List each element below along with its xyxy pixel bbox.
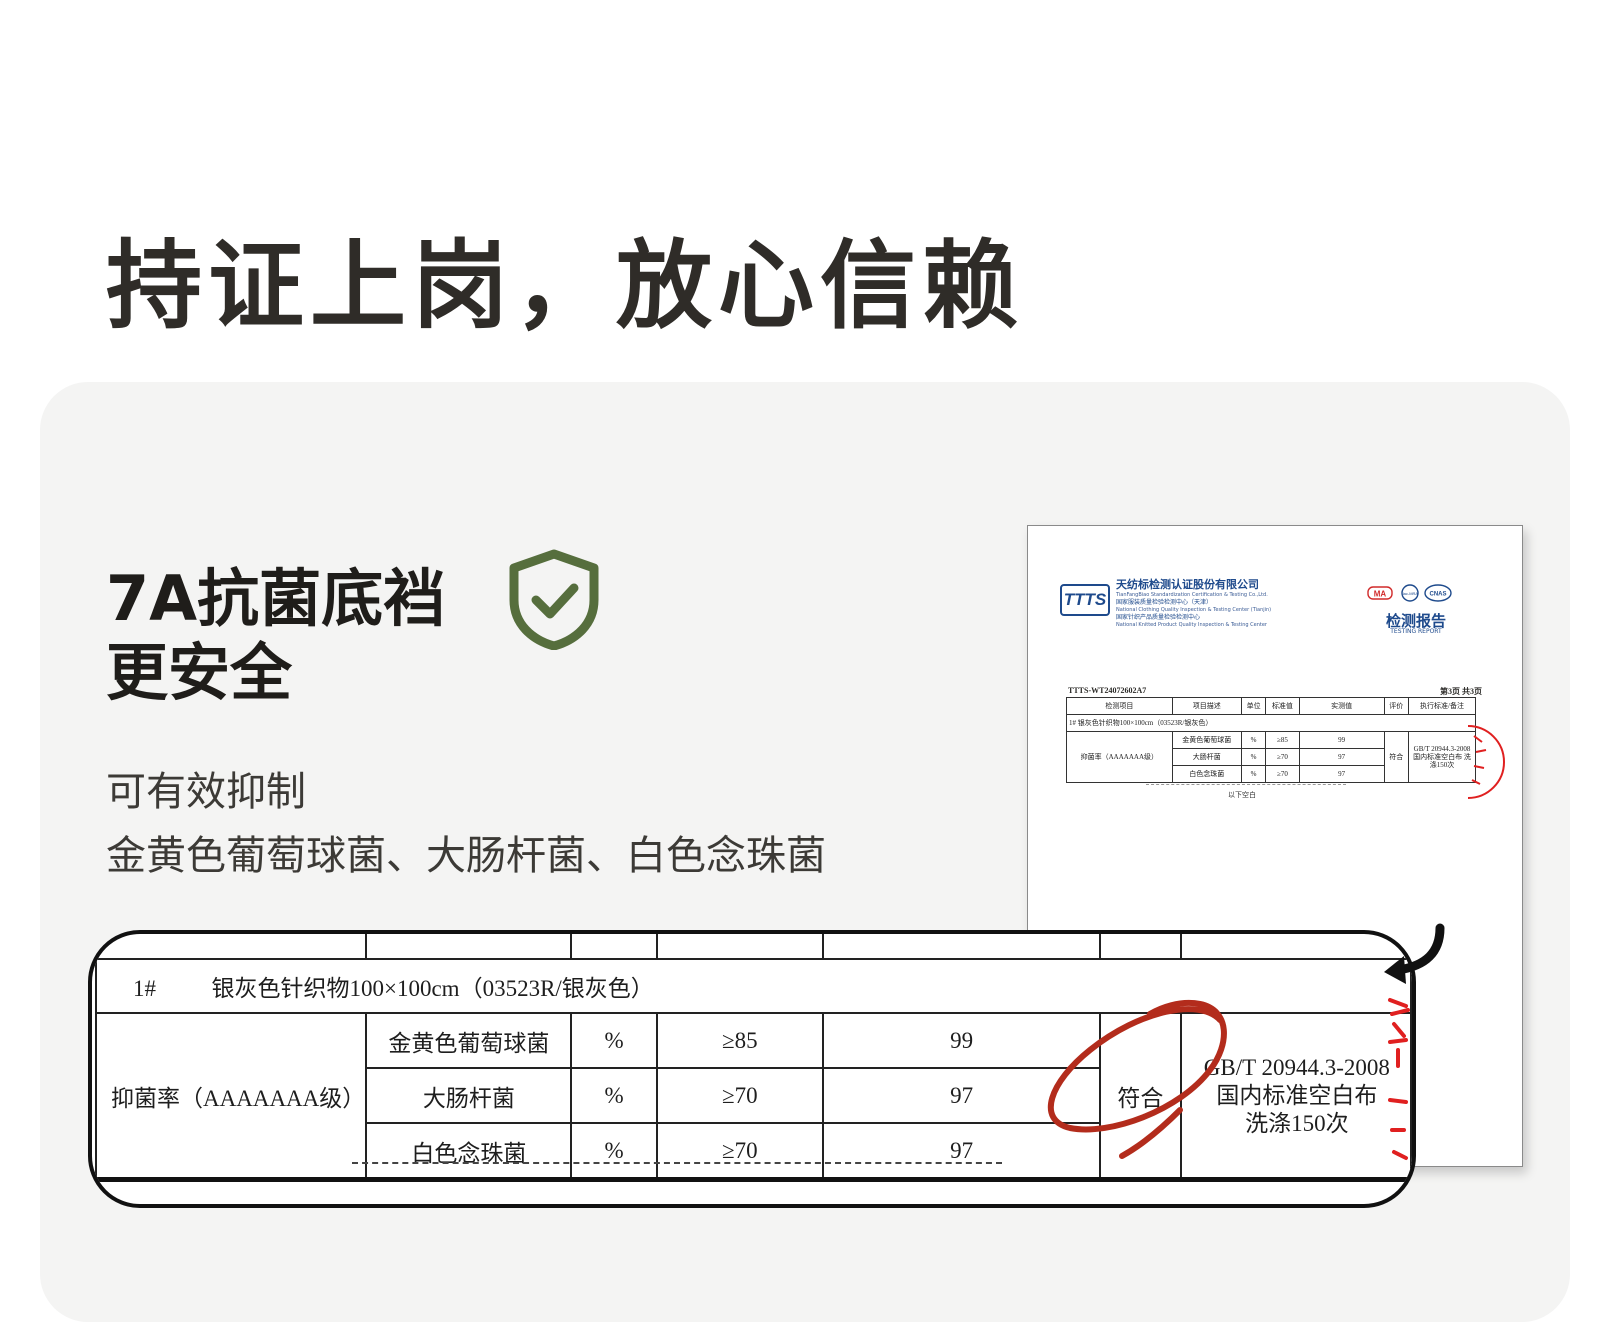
rep-row1-std: ≥85 [1265, 731, 1300, 749]
zoom-h3 [570, 934, 658, 960]
report-number: TTTS-WT24072602A7 [1068, 686, 1147, 695]
rep-row1-measured: 99 [1298, 731, 1385, 749]
feature-title-line1: 7A抗菌底裆 [106, 562, 446, 635]
badge-cnas: CNAS [1429, 592, 1446, 598]
red-circle-mark [1047, 1000, 1227, 1159]
org-name: 天纺标检测认证股份有限公司 [1116, 578, 1259, 591]
zoom-sample-desc: 银灰色针织物100×100cm（03523R/银灰色） [211, 976, 654, 1001]
rep-h-note: 执行标准/备注 [1408, 697, 1476, 715]
zoom-row2-name: 大肠杆菌 [365, 1067, 573, 1124]
rep-h-measured: 实测值 [1298, 697, 1385, 715]
report-doc-subtitle: TESTING REPORT [1390, 628, 1442, 635]
red-seal-stamp [1467, 725, 1505, 799]
report-page: 第3页 共3页 [1440, 687, 1482, 696]
zoom-row3-name: 白色念珠菌 [365, 1122, 573, 1182]
zoom-item: 抑菌率（AAAAAAA级） [94, 1012, 368, 1182]
center2: 国家针织产品质量检验检测中心 [1116, 614, 1201, 621]
desc-line2: 金黄色葡萄球菌、大肠杆菌、白色念珠菌 [106, 833, 826, 879]
feature-title-line2: 更安全 [106, 636, 293, 709]
report-table: 检测项目 项目描述 单位 标准值 实测值 评价 执行标准/备注 1# 银灰色针织… [1066, 697, 1476, 783]
center1-en: National Clothing Quality Inspection & T… [1116, 607, 1272, 613]
desc-line1: 可有效抑制 [106, 769, 306, 815]
zoom-row3-unit: % [570, 1122, 658, 1182]
rep-item: 抑菌率（AAAAAAA级） [1066, 731, 1173, 783]
rep-row2-unit: % [1240, 748, 1267, 766]
feature-description: 可有效抑制 金黄色葡萄球菌、大肠杆菌、白色念珠菌 [106, 760, 826, 888]
rep-row2-measured: 97 [1298, 748, 1385, 766]
rep-sample-row: 1# 银灰色针织物100×100cm（03523R/银灰色） [1066, 714, 1476, 732]
rep-row3-std: ≥70 [1265, 765, 1300, 783]
zoom-row2-std: ≥70 [655, 1067, 825, 1124]
rep-h-std: 标准值 [1265, 697, 1300, 715]
report-organization: 天纺标检测认证股份有限公司 TianFangBiao Standardizati… [1116, 576, 1271, 629]
zoom-seal-fragment [1388, 998, 1410, 1160]
ttts-logo: TTTS [1060, 584, 1110, 616]
badge-ilac: ilac-MRA [1402, 591, 1419, 596]
accreditation-badges: MA ilac-MRA CNAS [1367, 584, 1452, 602]
zoom-h1 [94, 934, 368, 960]
badge-ma: MA [1374, 590, 1387, 599]
zoom-h5 [822, 934, 1102, 960]
zoom-sample-id: 1# [133, 976, 156, 1001]
rep-row3-measured: 97 [1298, 765, 1385, 783]
page-headline: 持证上岗，放心信赖 [106, 230, 1024, 342]
org-sub: TianFangBiao Standardization Certificati… [1116, 592, 1268, 598]
rep-result: 符合 [1383, 731, 1410, 783]
center1: 国家服装质量检验检测中心（天津） [1116, 599, 1213, 606]
shield-check-icon [509, 549, 599, 650]
rep-row3-name: 白色念珠菌 [1171, 765, 1242, 783]
zoom-row1-unit: % [570, 1012, 658, 1069]
zoom-header-row [94, 934, 1412, 960]
rep-row1-name: 金黄色葡萄球菌 [1171, 731, 1242, 749]
zoom-dash-line [352, 1162, 1002, 1164]
center2-en: National Knitted Product Quality Inspect… [1116, 622, 1267, 628]
zoom-row3-std: ≥70 [655, 1122, 825, 1182]
zoom-h6 [1099, 934, 1182, 960]
report-end-note: 以下空白 [1228, 791, 1256, 799]
zoom-h2 [365, 934, 573, 960]
rep-h-item: 检测项目 [1066, 697, 1173, 715]
feature-title: 7A抗菌底裆 更安全 [106, 562, 445, 710]
rep-h-eval: 评价 [1383, 697, 1410, 715]
zoom-row2-unit: % [570, 1067, 658, 1124]
rep-h-desc: 项目描述 [1171, 697, 1242, 715]
rep-row1-unit: % [1240, 731, 1267, 749]
zoom-row1-std: ≥85 [655, 1012, 825, 1069]
rep-h-unit: 单位 [1240, 697, 1267, 715]
rep-row2-std: ≥70 [1265, 748, 1300, 766]
rep-row2-name: 大肠杆菌 [1171, 748, 1242, 766]
zoom-row1-name: 金黄色葡萄球菌 [365, 1012, 573, 1069]
report-dash-line [1146, 784, 1346, 785]
rep-row3-unit: % [1240, 765, 1267, 783]
zoom-h4 [655, 934, 825, 960]
